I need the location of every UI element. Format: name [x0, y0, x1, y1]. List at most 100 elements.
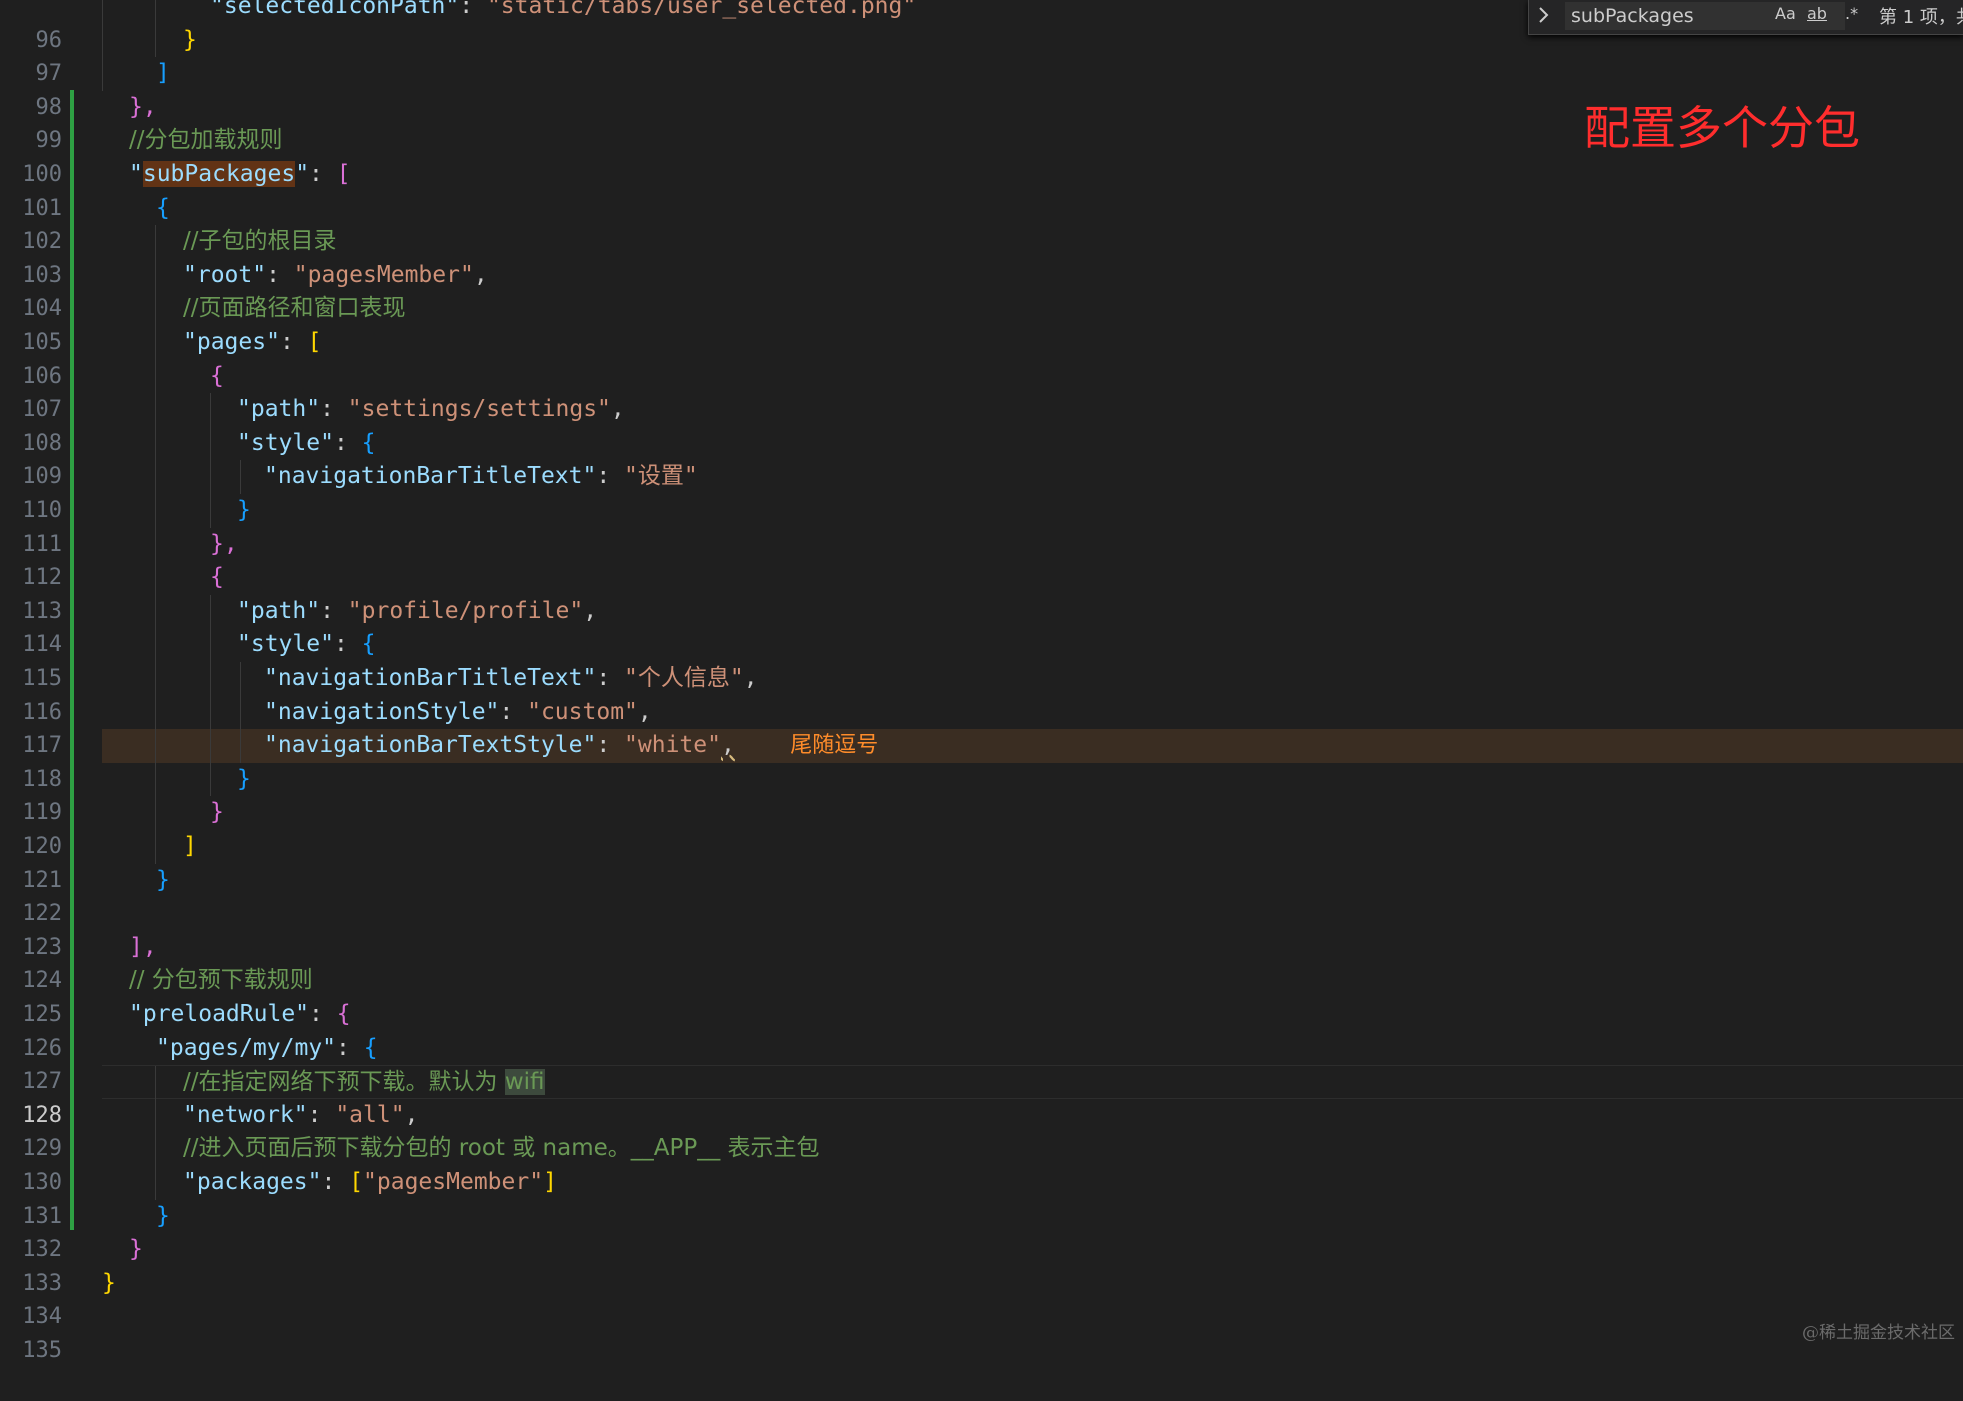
indent-guide — [155, 729, 156, 763]
chevron-right-icon[interactable] — [1537, 5, 1551, 30]
bracket: { — [210, 564, 224, 591]
json-key: "pages" — [183, 329, 280, 355]
json-string: "static/tabs/user_selected.png" — [486, 0, 917, 19]
code-line[interactable]: 108 "path": "settings/settings", — [0, 393, 1963, 456]
bracket: } — [156, 866, 170, 893]
regex-toggle[interactable]: .* — [1845, 4, 1858, 23]
find-input[interactable]: subPackages — [1565, 2, 1845, 30]
json-key: "pages/my/my" — [156, 1034, 337, 1061]
indent-guide — [102, 0, 103, 24]
trailing-comma-warning: , — [720, 732, 735, 759]
code-line[interactable]: 110 "navigationBarTitleText": "设置" — [0, 460, 1963, 523]
bracket: ] — [183, 833, 197, 859]
code-line[interactable]: 122 } — [0, 864, 1963, 927]
code-line[interactable]: 102 { — [0, 192, 1963, 255]
indent-guide — [155, 662, 156, 696]
code-line[interactable]: 106 "pages": [ — [0, 326, 1963, 389]
indent-guide — [155, 527, 156, 562]
json-string: "pagesMember" — [363, 1169, 544, 1195]
bracket: { — [210, 362, 224, 389]
json-string: "settings/settings" — [347, 396, 611, 423]
code-line[interactable]: 107 { — [0, 359, 1963, 422]
bracket: }, — [210, 530, 238, 557]
bracket: } — [129, 1236, 143, 1263]
code-line[interactable]: 105 //页面路径和窗口表现 — [0, 292, 1963, 355]
match-case-toggle[interactable]: Aa — [1775, 4, 1796, 23]
bracket: { — [363, 1034, 378, 1061]
code-line[interactable]: 104 "root": "pagesMember", — [0, 258, 1963, 321]
indent-guide — [210, 460, 211, 494]
json-string: "custom" — [527, 698, 638, 725]
code-editor[interactable]: 96 "selectedIconPath": "static/tabs/user… — [0, 0, 1963, 1363]
code-line[interactable]: 127 "pages/my/my": { — [0, 1032, 1963, 1095]
code-line[interactable]: 132 } — [0, 1200, 1963, 1263]
indent-guide — [240, 460, 241, 494]
indent-guide — [155, 1098, 156, 1133]
annotation-title: 配置多个分包 — [1584, 101, 1860, 155]
code-line[interactable]: 130 //进入页面后预下载分包的 root 或 name。__APP__ 表示… — [0, 1132, 1963, 1195]
code-line[interactable]: 112 }, — [0, 527, 1963, 590]
code-line[interactable]: 119 } — [0, 762, 1963, 825]
bracket: { — [156, 194, 170, 221]
bracket: { — [361, 631, 376, 658]
indent-guide — [155, 359, 156, 394]
code-line[interactable]: 101 "subPackages": [ — [0, 158, 1963, 221]
code-line[interactable]: 135 — [0, 1300, 1963, 1363]
indent-guide — [210, 393, 211, 427]
json-key: "style" — [237, 631, 334, 658]
bracket: } — [156, 1202, 170, 1229]
bracket: } — [102, 1269, 116, 1296]
whole-word-toggle[interactable]: ab — [1807, 4, 1827, 23]
json-string: "pagesMember" — [293, 261, 474, 288]
json-key: "preloadRule" — [129, 1001, 310, 1027]
code-line[interactable]: 115 "style": { — [0, 628, 1963, 691]
code-line[interactable]: 131 "packages": ["pagesMember"] — [0, 1166, 1963, 1229]
indent-guide — [240, 695, 241, 730]
code-line[interactable]: 134 } — [0, 1267, 1963, 1330]
code-line[interactable]: 111 } — [0, 494, 1963, 557]
json-key: "network" — [183, 1101, 308, 1128]
code-line[interactable]: 129 "network": "all", — [0, 1098, 1963, 1161]
code-line[interactable]: 124 ], — [0, 931, 1963, 994]
indent-guide — [240, 662, 241, 696]
indent-guide — [210, 729, 211, 763]
bracket: { — [361, 429, 376, 456]
indent-guide — [155, 1132, 156, 1166]
code-line[interactable]: 116 "navigationBarTitleText": "个人信息", — [0, 662, 1963, 725]
code-line[interactable]: 114 "path": "profile/profile", — [0, 594, 1963, 657]
code-line[interactable]: 98 ] — [0, 57, 1963, 120]
code-line[interactable]: 121 ] — [0, 830, 1963, 893]
code-comment: //页面路径和窗口表现 — [183, 295, 406, 322]
find-result-count: 第 1 项，共 — [1879, 7, 1963, 28]
code-line[interactable]: 103 //子包的根目录 — [0, 225, 1963, 288]
bracket: { — [336, 1001, 351, 1027]
indent-guide — [155, 258, 156, 293]
indent-guide — [155, 460, 156, 494]
code-comment: //子包的根目录 — [183, 228, 337, 255]
code-line[interactable]: 113 { — [0, 561, 1963, 624]
indent-guide — [155, 1166, 156, 1200]
json-key: "navigationBarTitleText" — [264, 463, 597, 490]
indent-guide — [102, 57, 103, 91]
line-number-cell: 128 — [0, 1065, 102, 1128]
indent-guide — [155, 225, 156, 259]
indent-guide — [155, 594, 156, 629]
indent-guide — [155, 23, 156, 58]
code-comment: //分包加载规则 — [129, 127, 283, 154]
bracket: } — [183, 26, 197, 53]
code-line-warning[interactable]: "navigationBarTextStyle": "white", 尾随逗号 — [102, 729, 1963, 763]
code-line[interactable]: 109 "style": { — [0, 426, 1963, 489]
code-line[interactable]: 117 "navigationStyle": "custom", — [0, 695, 1963, 758]
code-line[interactable]: 133 } — [0, 1233, 1963, 1296]
json-key: "style" — [237, 429, 334, 456]
indent-guide — [155, 0, 156, 24]
bracket: [ — [336, 161, 351, 187]
bracket: }, — [129, 93, 157, 120]
code-line[interactable]: 126 "preloadRule": { — [0, 998, 1963, 1061]
code-line[interactable]: 120 } — [0, 796, 1963, 859]
bracket: ] — [156, 60, 170, 87]
code-line[interactable]: 125 // 分包预下载规则 — [0, 964, 1963, 1027]
code-line[interactable]: 123 — [0, 897, 1963, 960]
code-line-current[interactable]: //在指定网络下预下载。默认为 wifi — [102, 1065, 1963, 1100]
indent-guide — [210, 662, 211, 696]
